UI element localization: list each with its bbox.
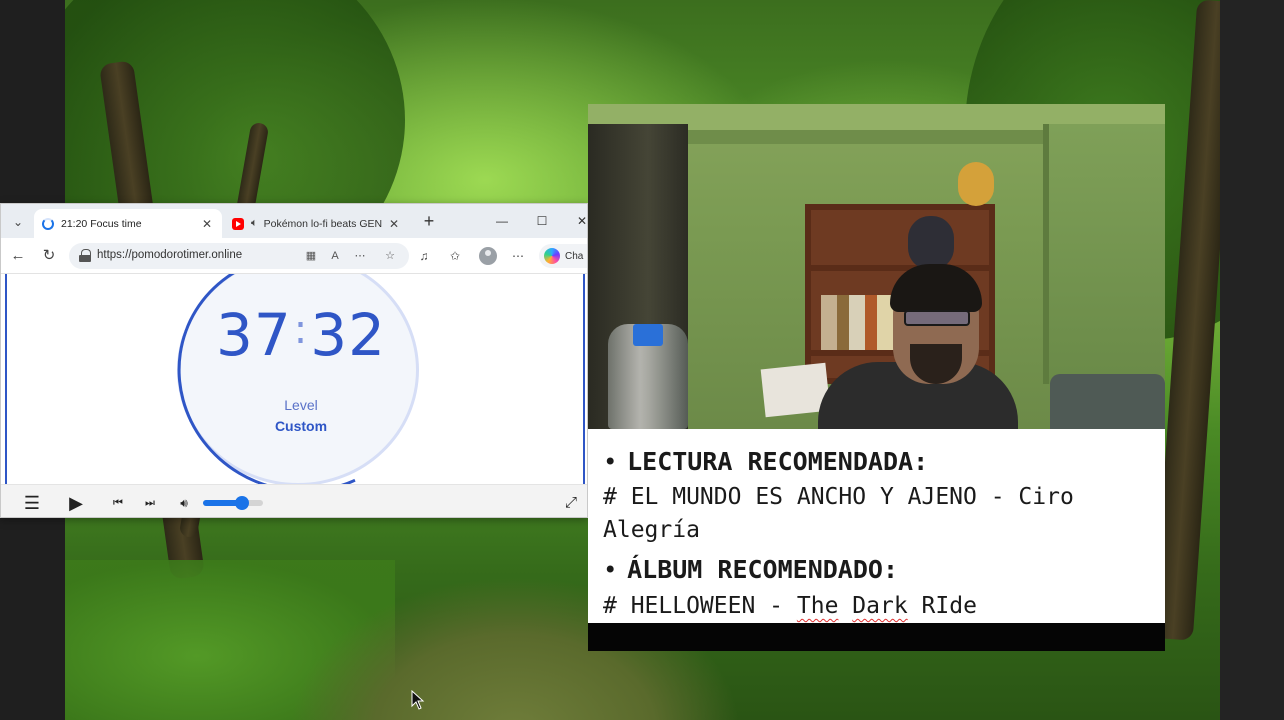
book-line: # EL MUNDO ES ANCHO Y AJENO - Ciro xyxy=(603,484,1074,510)
right-border xyxy=(1220,0,1284,720)
copilot-icon xyxy=(544,248,560,264)
tab-title: 21:20 Focus time xyxy=(61,217,142,230)
refresh-icon[interactable]: ↻ xyxy=(40,247,58,265)
album-word: RIde xyxy=(921,593,977,619)
loading-spinner-icon xyxy=(42,217,54,230)
timer-seconds: 32 xyxy=(310,301,387,369)
tab-title: Pokémon lo-fi beats GEN xyxy=(263,217,383,230)
volume-icon[interactable]: 🔊︎ xyxy=(173,492,195,514)
url-field[interactable]: https://pomodorotimer.online ▦ A ⋯ ☆ xyxy=(69,243,409,269)
level-value[interactable]: Custom xyxy=(180,418,422,434)
timer-display: 37:32 xyxy=(180,301,422,369)
pomodoro-page: 37:32 Level Custom xyxy=(5,274,585,484)
favorites-icon[interactable]: ✩ xyxy=(446,247,464,265)
browser-window: ⌄ 21:20 Focus time ✕ 🔈︎ Pokémon lo-fi be… xyxy=(0,203,588,518)
reader-view-icon[interactable]: ▦ xyxy=(303,248,319,264)
previous-track-icon[interactable]: ⏮ xyxy=(107,492,129,514)
new-tab-plus-icon[interactable]: + xyxy=(419,212,439,232)
copilot-label: Cha xyxy=(565,250,584,262)
webcam-video xyxy=(588,104,1165,429)
translate-icon[interactable]: A xyxy=(327,248,343,264)
heading-album: • ÁLBUM RECOMENDADO: xyxy=(603,555,898,584)
heading-reading: • LECTURA RECOMENDADA: xyxy=(603,447,928,476)
level-label: Level xyxy=(284,397,318,413)
play-icon[interactable]: ▶ xyxy=(65,492,87,514)
black-bar xyxy=(588,623,1165,651)
album-word: Dark xyxy=(852,593,908,619)
heading-text: ÁLBUM RECOMENDADO: xyxy=(627,555,899,584)
plush-toy xyxy=(958,162,994,206)
room-wall xyxy=(1043,124,1165,384)
tab-focus-time[interactable]: 21:20 Focus time ✕ xyxy=(34,209,222,238)
timer-minutes: 37 xyxy=(215,301,292,369)
url-text: https://pomodorotimer.online xyxy=(97,249,243,261)
speaker-icon[interactable]: 🔈︎ xyxy=(251,217,258,230)
address-bar: ← ↻ https://pomodorotimer.online ▦ A ⋯ ☆… xyxy=(1,238,587,274)
timer-ring: 37:32 Level Custom xyxy=(177,274,419,484)
book-line-continued: Alegría xyxy=(603,517,700,543)
playlist-menu-icon[interactable]: ☰ xyxy=(21,492,43,514)
settings-more-icon[interactable]: ⋯ xyxy=(509,247,527,265)
favorite-star-icon[interactable]: ☆ xyxy=(382,248,398,264)
tab-actions-chevron-icon[interactable]: ⌄ xyxy=(7,212,29,232)
tab-pokemon-lofi[interactable]: 🔈︎ Pokémon lo-fi beats GEN ✕ xyxy=(224,209,409,238)
more-options-circle-icon[interactable]: ⋯ xyxy=(352,248,368,264)
bullet: • xyxy=(603,448,618,476)
pillow xyxy=(1050,374,1165,429)
album-word: The xyxy=(796,593,839,619)
mouse-pointer-icon xyxy=(411,690,425,710)
youtube-icon xyxy=(232,217,244,230)
close-tab-icon[interactable]: ✕ xyxy=(387,217,401,231)
bottle-cap xyxy=(633,324,663,346)
maximize-icon[interactable]: ☐ xyxy=(533,212,551,230)
fullscreen-icon[interactable]: ⤢ xyxy=(560,492,582,514)
bullet: • xyxy=(603,556,618,584)
heading-text: LECTURA RECOMENDADA: xyxy=(627,447,929,476)
profile-avatar[interactable] xyxy=(479,247,497,265)
media-control-icon[interactable]: ♫ xyxy=(415,247,433,265)
album-line: # HELLOWEEN - The Dark RIde xyxy=(603,593,977,619)
lock-icon[interactable] xyxy=(79,249,91,262)
volume-knob[interactable] xyxy=(235,496,249,510)
screen: ⌄ 21:20 Focus time ✕ 🔈︎ Pokémon lo-fi be… xyxy=(0,0,1284,720)
minimize-icon[interactable]: — xyxy=(493,212,511,230)
plush-toy xyxy=(908,216,954,270)
person-glasses xyxy=(904,310,970,326)
room-ledge xyxy=(648,130,1068,144)
timer-separator: : xyxy=(293,307,309,353)
recommendations-panel: • LECTURA RECOMENDADA: # EL MUNDO ES ANC… xyxy=(588,429,1165,651)
books xyxy=(821,295,901,350)
next-track-icon[interactable]: ⏭ xyxy=(139,492,161,514)
media-player-bar: ☰ ▶ ⏮ ⏭ 🔊︎ ⤢ xyxy=(1,484,587,517)
tab-bar: ⌄ 21:20 Focus time ✕ 🔈︎ Pokémon lo-fi be… xyxy=(1,204,587,238)
close-tab-icon[interactable]: ✕ xyxy=(200,217,214,231)
back-arrow-icon[interactable]: ← xyxy=(9,247,27,265)
album-prefix: # HELLOWEEN - xyxy=(603,593,797,619)
volume-slider[interactable] xyxy=(203,496,263,510)
copilot-button[interactable]: Cha xyxy=(539,244,587,268)
close-window-icon[interactable]: ✕ xyxy=(573,212,587,230)
